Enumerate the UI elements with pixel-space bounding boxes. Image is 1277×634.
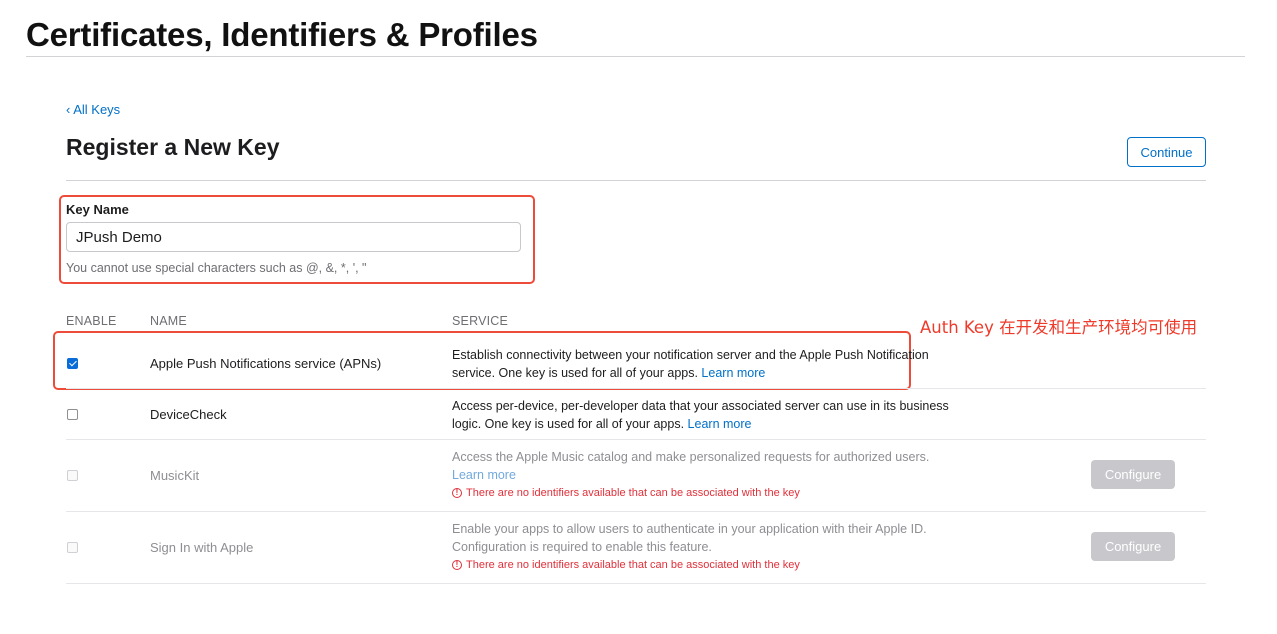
service-desc-sign-in-with-apple: Enable your apps to allow users to authe… [452,522,927,554]
service-name-apns: Apple Push Notifications service (APNs) [150,356,382,371]
key-name-input[interactable] [66,222,521,252]
service-desc-apns: Establish connectivity between your noti… [452,346,952,382]
exclamation-circle-icon: ! [452,488,462,498]
learn-more-link[interactable]: Learn more [701,366,765,380]
exclamation-circle-icon: ! [452,560,462,570]
title-divider [26,56,1245,57]
column-header-enable: ENABLE [66,314,117,328]
row-divider [66,439,1206,440]
key-name-hint: You cannot use special characters such a… [66,261,367,275]
devicecheck-checkbox[interactable] [67,409,78,420]
column-header-name: NAME [150,314,187,328]
sign-in-with-apple-checkbox [67,542,78,553]
musickit-configure-button: Configure [1091,460,1175,489]
annotation-text: Auth Key 在开发和生产环境均可使用 [920,318,1198,337]
key-name-label: Key Name [66,202,129,217]
learn-more-link[interactable]: Learn more [688,417,752,431]
musickit-checkbox [67,470,78,481]
column-header-service: SERVICE [452,314,509,328]
sign-in-with-apple-warning: ! There are no identifiers available that… [452,559,800,571]
service-desc-musickit: Access the Apple Music catalog and make … [452,448,952,484]
learn-more-link[interactable]: Learn more [452,468,516,482]
service-name-devicecheck: DeviceCheck [150,407,227,422]
row-divider [66,511,1206,512]
warning-text: There are no identifiers available that … [466,559,800,571]
page-title: Certificates, Identifiers & Profiles [26,16,538,53]
apns-checkbox[interactable] [67,358,78,369]
musickit-warning: ! There are no identifiers available that… [452,487,800,499]
all-keys-back-link[interactable]: ‹ All Keys [66,102,120,117]
sign-in-with-apple-configure-button: Configure [1091,532,1175,561]
continue-button[interactable]: Continue [1127,137,1206,167]
row-divider [66,583,1206,584]
service-desc-text: Establish connectivity between your noti… [452,348,929,380]
service-desc-devicecheck: Access per-device, per-developer data th… [452,397,952,433]
section-divider [66,180,1206,181]
service-name-musickit: MusicKit [150,468,200,483]
service-desc-text: Access the Apple Music catalog and make … [452,450,930,464]
service-name-sign-in-with-apple: Sign In with Apple [150,540,254,555]
section-title: Register a New Key [66,134,280,160]
row-divider [66,388,1206,389]
warning-text: There are no identifiers available that … [466,487,800,499]
